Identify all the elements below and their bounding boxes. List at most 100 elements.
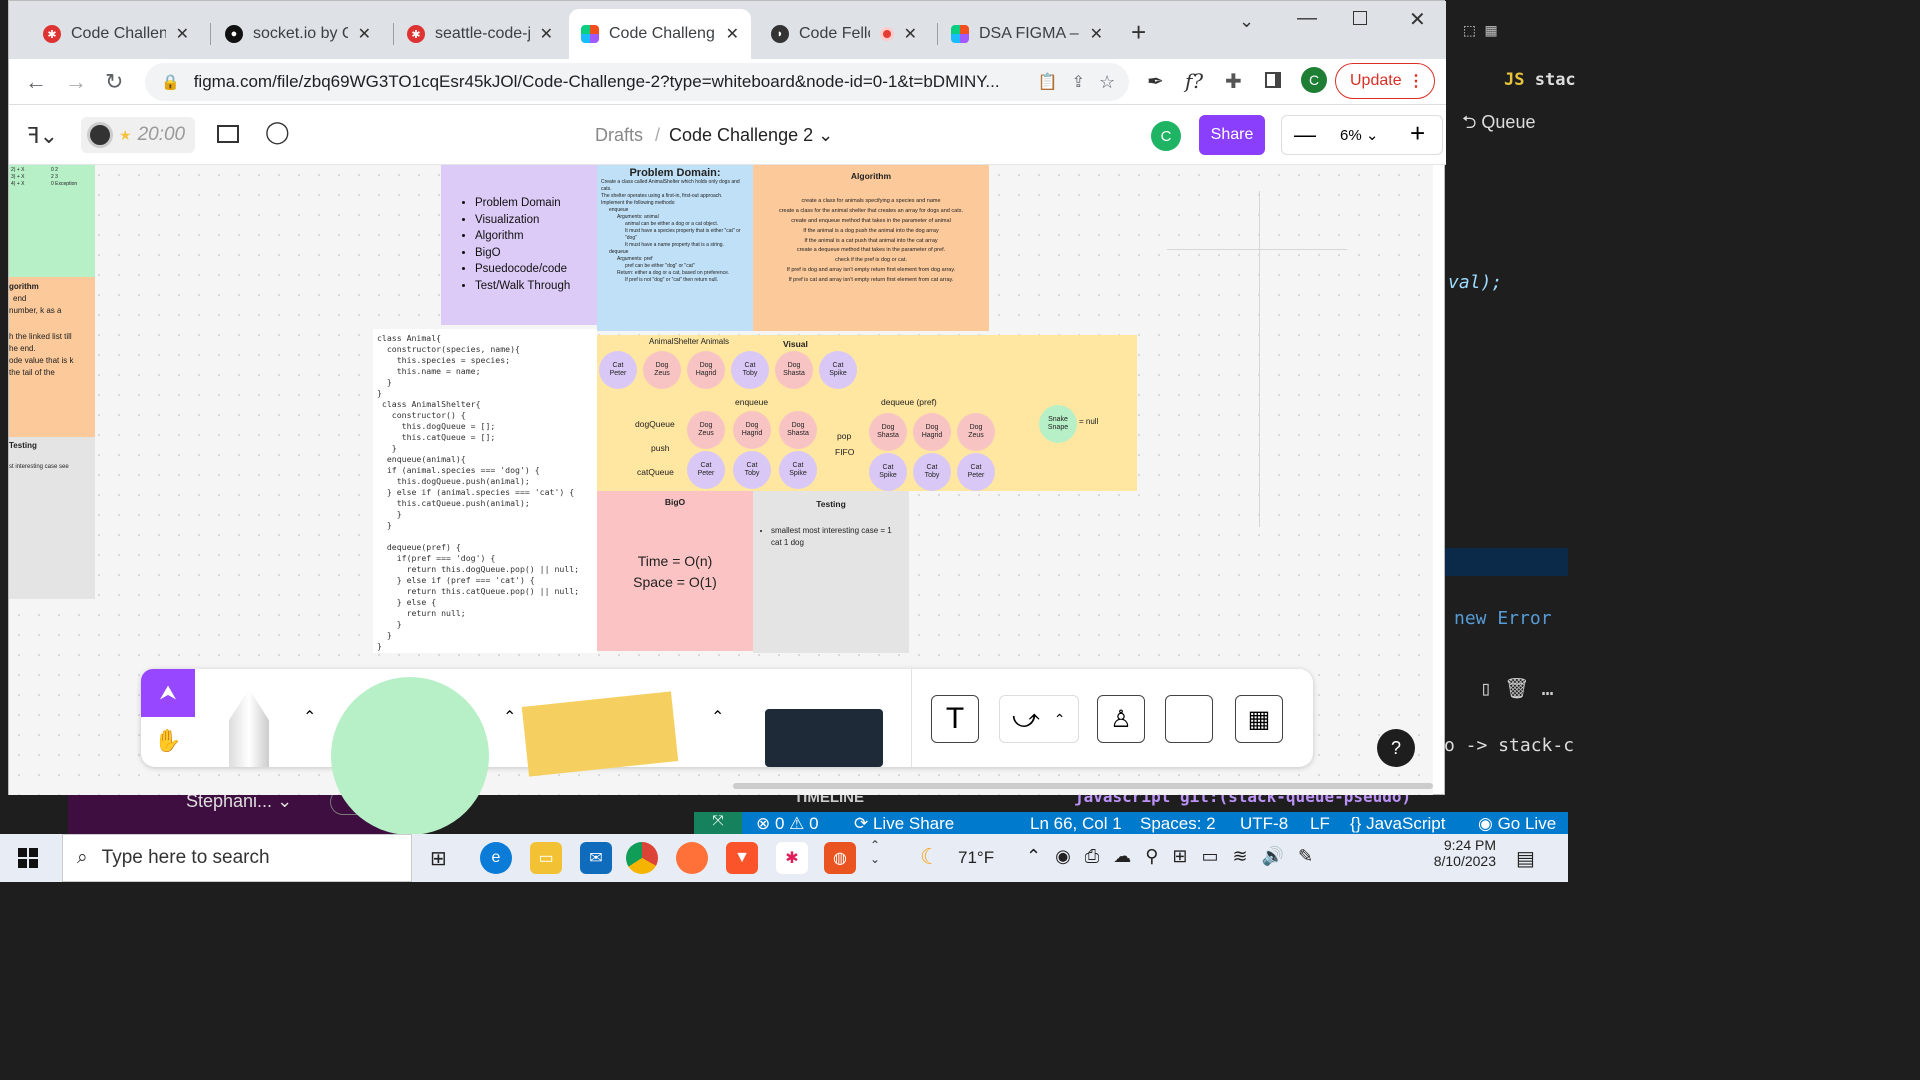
live-share-button[interactable]: ⟳ Live Share xyxy=(854,814,954,834)
slack-icon[interactable]: ✱ xyxy=(776,842,808,874)
close-icon[interactable]: ✕ xyxy=(540,24,553,44)
search-box[interactable]: ⌕ Type here to search xyxy=(62,834,412,882)
ubuntu-icon[interactable]: ◍ xyxy=(824,842,856,874)
enqueue-cat-circle[interactable]: Cat Peter xyxy=(687,451,725,489)
update-button[interactable]: Update ⋮ xyxy=(1335,63,1435,99)
code-block-tool[interactable] xyxy=(765,709,883,767)
chrome-icon[interactable] xyxy=(626,842,658,874)
visual-card[interactable]: AnimalShelter Animals Visual Cat Peter Do… xyxy=(597,335,1137,491)
lock-icon[interactable]: 🔒 xyxy=(161,73,180,91)
snake-circle[interactable]: Snake Snape xyxy=(1039,405,1077,443)
algorithm-card[interactable]: Algorithm create a class for animals spe… xyxy=(753,165,989,331)
animal-circle[interactable]: Cat Peter xyxy=(599,351,637,389)
side-panel-icon[interactable] xyxy=(1265,72,1281,88)
sticky-note-tool[interactable] xyxy=(521,691,679,777)
animal-circle[interactable]: Dog Shasta xyxy=(775,351,813,389)
mail-icon[interactable]: ✉ xyxy=(580,842,612,874)
dequeue-cat-circle[interactable]: Cat Toby xyxy=(913,453,951,491)
clock[interactable]: 9:24 PM 8/10/2023 xyxy=(1426,837,1496,869)
extensions-icon[interactable]: ✚ xyxy=(1225,69,1242,94)
enqueue-dog-circle[interactable]: Dog Hagrid xyxy=(733,411,771,449)
animal-circle[interactable]: Dog Hagrid xyxy=(687,351,725,389)
collaborator-avatar[interactable]: C xyxy=(1151,121,1181,151)
close-icon[interactable]: ✕ xyxy=(726,24,739,44)
enqueue-dog-circle[interactable]: Dog Zeus xyxy=(687,411,725,449)
share-page-icon[interactable]: ⇪ xyxy=(1072,72,1085,92)
chevron-up-icon[interactable]: ⌃ xyxy=(503,707,516,727)
language-mode[interactable]: {} JavaScript xyxy=(1350,814,1445,834)
queue-outline-item[interactable]: ⮌ Queue xyxy=(1462,110,1535,140)
enqueue-cat-circle[interactable]: Cat Toby xyxy=(733,451,771,489)
maximize-icon[interactable] xyxy=(1353,11,1367,25)
clipboard-icon[interactable]: 📋 xyxy=(1038,72,1058,92)
dequeue-dog-circle[interactable]: Dog Shasta xyxy=(869,413,907,451)
testing-card[interactable]: Testing smallest most interesting case =… xyxy=(753,491,909,653)
breadcrumb-drafts[interactable]: Drafts xyxy=(595,125,643,146)
text-tool[interactable]: T xyxy=(931,695,979,743)
stamp-tool[interactable]: ♙ xyxy=(1097,695,1145,743)
url-text[interactable]: figma.com/file/zbq69WG3TO1cqEsr45kJOl/Co… xyxy=(194,72,1024,92)
tab-code-fellow[interactable]: ◗ Code Fellow ✕ xyxy=(759,9,929,59)
chevron-up-icon[interactable]: ⌃ xyxy=(303,707,316,727)
bigo-card[interactable]: BigO Time = O(n) Space = O(1) xyxy=(597,491,753,651)
timer-widget[interactable]: ★ 20:00 xyxy=(81,117,195,153)
help-button[interactable]: ? xyxy=(1377,729,1415,767)
new-tab-icon[interactable]: + xyxy=(1131,17,1146,48)
problems-count[interactable]: ⊗ 0 ⚠ 0 xyxy=(756,814,819,834)
section-tool[interactable] xyxy=(1165,695,1213,743)
firefox-icon[interactable] xyxy=(676,842,708,874)
close-icon[interactable]: ✕ xyxy=(904,24,917,44)
left-green-card[interactable]: 2) + X 0 2 3) + X 2 3 4) + X 0 Exception xyxy=(9,165,95,277)
bookmark-star-icon[interactable]: ☆ xyxy=(1099,72,1115,93)
terminal-actions[interactable]: ▯ 🗑 … xyxy=(1480,676,1554,700)
taskbar-scroll[interactable]: ⌃ ⌄ xyxy=(870,838,880,866)
dequeue-dog-circle[interactable]: Dog Zeus xyxy=(957,413,995,451)
zoom-level[interactable]: 6% ⌄ xyxy=(1340,126,1378,144)
figma-menu-icon[interactable]: ꟻ⌄ xyxy=(27,123,58,149)
forward-icon[interactable]: → xyxy=(65,69,87,95)
close-icon[interactable]: ✕ xyxy=(358,24,371,44)
encoding[interactable]: UTF-8 xyxy=(1240,814,1288,834)
comment-icon[interactable]: ◯ xyxy=(265,119,290,145)
task-view-icon[interactable]: ⊞ xyxy=(430,846,447,871)
function-extension-icon[interactable]: f? xyxy=(1185,69,1203,93)
tab-code-challenge-figma[interactable]: Code Challenge ✕ xyxy=(569,9,751,59)
close-icon[interactable]: ✕ xyxy=(176,24,189,44)
dequeue-cat-circle[interactable]: Cat Peter xyxy=(957,453,995,491)
code-card[interactable]: class Animal{ constructor(species, name)… xyxy=(373,329,597,653)
start-button[interactable] xyxy=(18,848,38,868)
eyedropper-icon[interactable]: ✒ xyxy=(1147,69,1164,94)
reload-icon[interactable]: ↻ xyxy=(105,69,123,95)
tab-code-challenge[interactable]: ✱ Code Challenge ✕ xyxy=(31,9,201,59)
chevron-up-icon[interactable]: ⌃ xyxy=(711,707,724,727)
minimize-icon[interactable]: — xyxy=(1297,7,1317,30)
tab-search-icon[interactable]: ⌄ xyxy=(1239,11,1254,32)
left-orange-card[interactable]: gorithm end number, k as a h the linked … xyxy=(9,277,95,437)
tab-socketio[interactable]: ● socket.io by Che ✕ xyxy=(213,9,383,59)
file-explorer-icon[interactable]: ▭ xyxy=(530,842,562,874)
select-tool[interactable]: ⮝ xyxy=(141,669,195,717)
js-file-tab[interactable]: JS stac xyxy=(1504,70,1576,90)
animal-circle[interactable]: Cat Spike xyxy=(819,351,857,389)
edge-icon[interactable]: e xyxy=(480,842,512,874)
notification-icon[interactable]: ▤ xyxy=(1516,846,1535,871)
file-name[interactable]: Code Challenge 2 ⌄ xyxy=(669,125,833,146)
indent-setting[interactable]: Spaces: 2 xyxy=(1140,814,1216,834)
zoom-in-icon[interactable]: + xyxy=(1410,118,1425,149)
back-icon[interactable]: ← xyxy=(25,69,47,95)
animal-circle[interactable]: Cat Toby xyxy=(731,351,769,389)
connector-tool[interactable]: ⤻ ⌃ xyxy=(999,695,1079,743)
left-gray-card[interactable]: Testing st interesting case see xyxy=(9,437,95,599)
dequeue-dog-circle[interactable]: Dog Hagrid xyxy=(913,413,951,451)
system-tray-icons[interactable]: ⌃◉⎙☁⚲⊞▭≋🔊✎ xyxy=(1026,846,1327,867)
hand-tool[interactable]: ✋ xyxy=(141,717,195,765)
zoom-out-icon[interactable]: — xyxy=(1294,122,1316,148)
address-bar[interactable]: 🔒 figma.com/file/zbq69WG3TO1cqEsr45kJOl/… xyxy=(145,63,1129,101)
horizontal-scrollbar[interactable] xyxy=(733,783,1433,789)
pencil-tool[interactable] xyxy=(229,689,269,767)
close-icon[interactable]: ✕ xyxy=(1090,24,1103,44)
cursor-position[interactable]: Ln 66, Col 1 xyxy=(1030,814,1122,834)
brave-icon[interactable]: ▼ xyxy=(726,842,758,874)
tab-seattle-code[interactable]: ✱ seattle-code-jav ✕ xyxy=(395,9,565,59)
window-close-icon[interactable]: ✕ xyxy=(1409,7,1426,32)
